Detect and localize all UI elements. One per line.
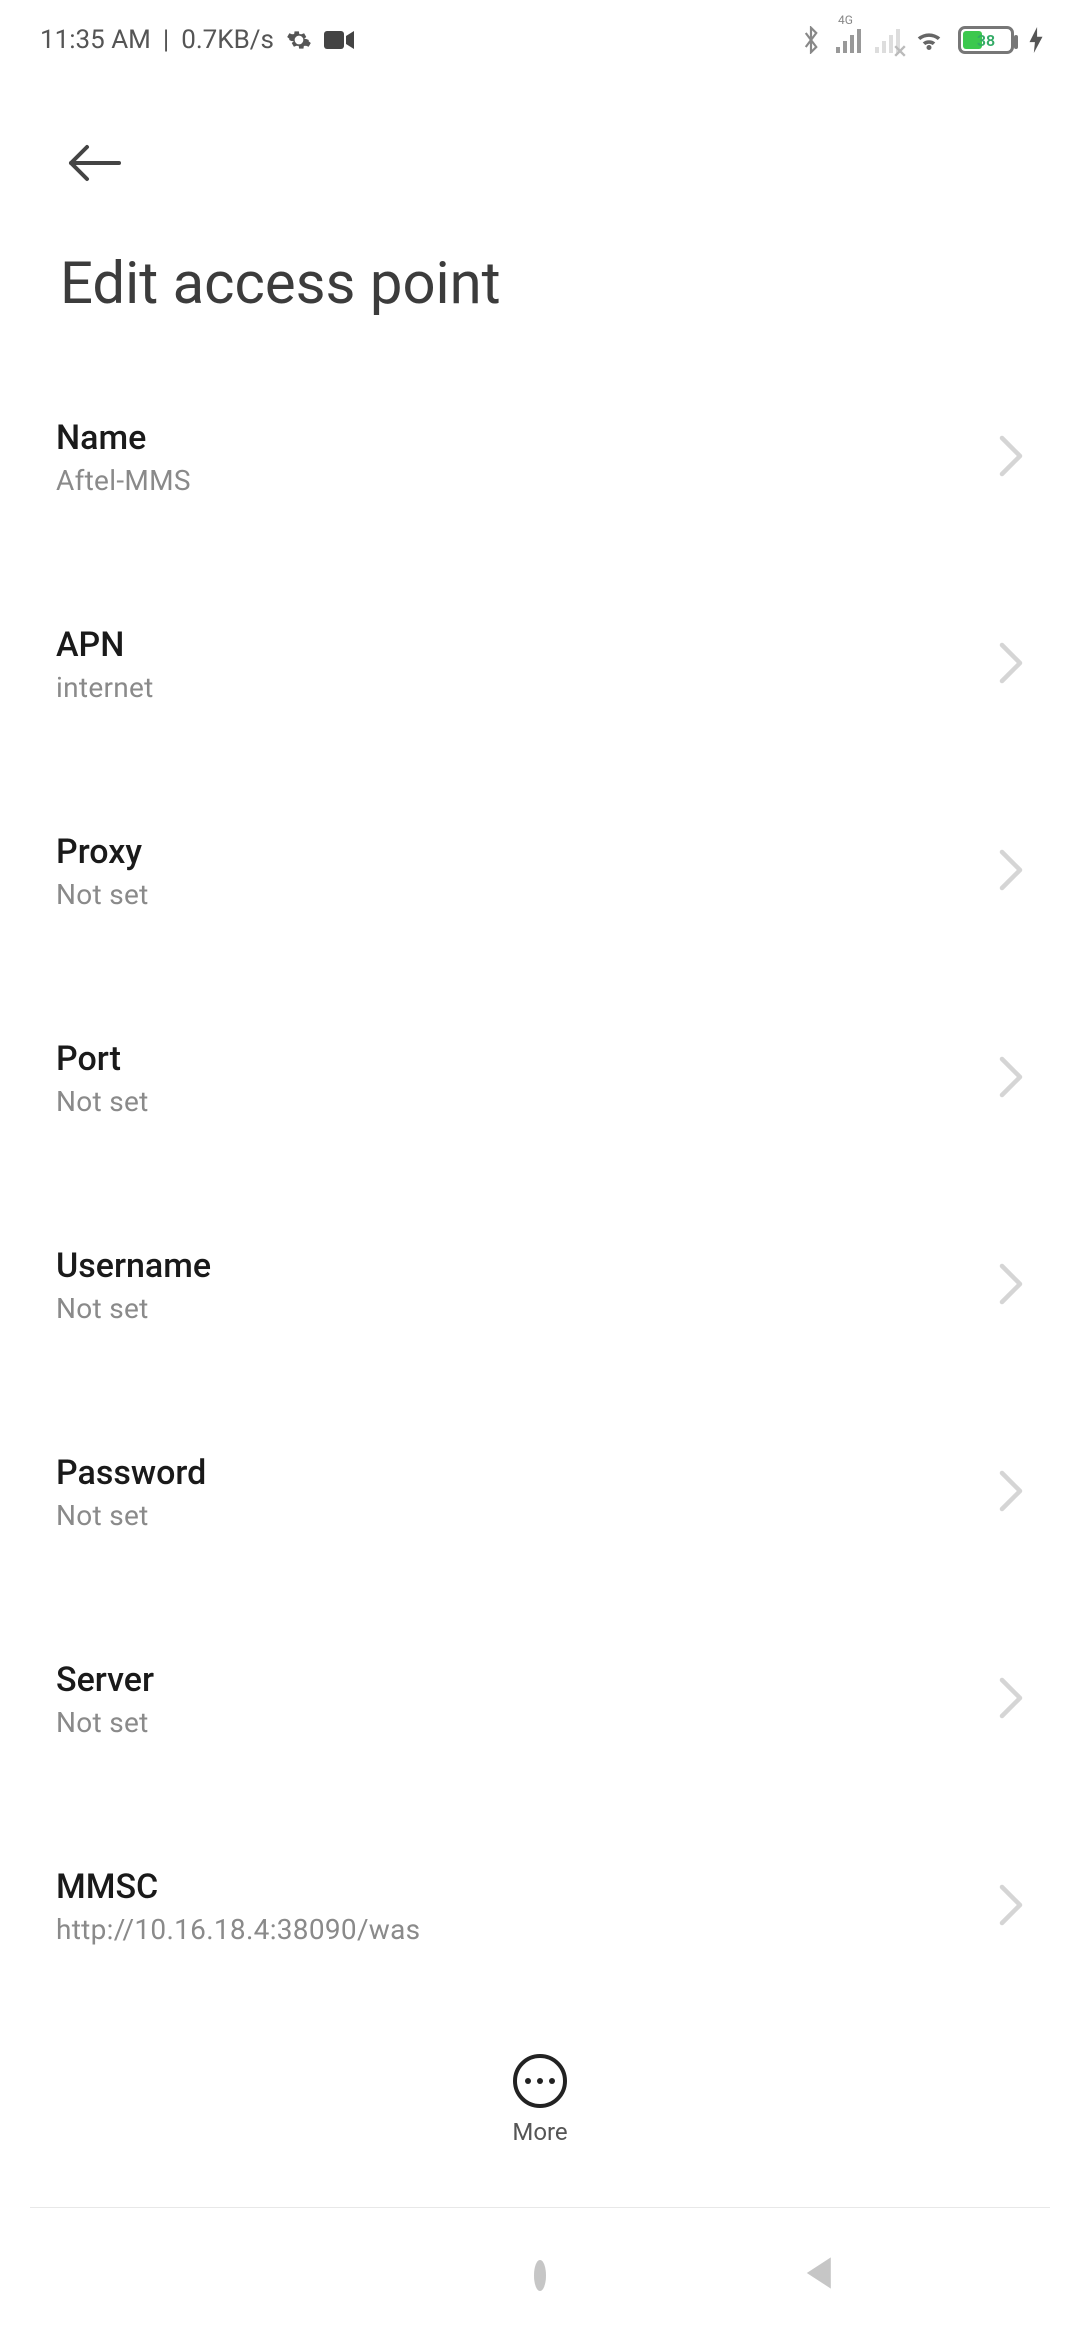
more-label: More xyxy=(512,2118,567,2146)
nav-divider xyxy=(30,2207,1050,2208)
nav-back-button[interactable] xyxy=(790,2245,850,2305)
row-value: Not set xyxy=(56,1292,211,1325)
chevron-right-icon xyxy=(998,1056,1024,1102)
row-label: Username xyxy=(56,1246,211,1286)
settings-list: Name Aftel-MMS APN internet Proxy Not se… xyxy=(0,378,1080,1948)
row-label: Proxy xyxy=(56,832,149,872)
chevron-right-icon xyxy=(998,849,1024,895)
row-username[interactable]: Username Not set xyxy=(56,1206,1024,1365)
battery-percent: 38 xyxy=(961,29,1011,51)
more-button[interactable]: More xyxy=(0,2010,1080,2190)
status-bar: 11:35 AM | 0.7KB/s 4G 38 xyxy=(0,0,1080,80)
signal-sim1-icon: 4G xyxy=(836,27,861,53)
charging-bolt-icon xyxy=(1028,27,1044,53)
more-dots-icon xyxy=(513,2054,567,2108)
chevron-right-icon xyxy=(998,642,1024,688)
status-right: 4G 38 xyxy=(800,25,1044,55)
nav-home-button[interactable] xyxy=(510,2245,570,2305)
battery-icon: 38 xyxy=(958,26,1014,54)
row-value: Aftel-MMS xyxy=(56,464,191,497)
status-time: 11:35 AM xyxy=(40,25,151,55)
chevron-right-icon xyxy=(998,1470,1024,1516)
row-proxy[interactable]: Proxy Not set xyxy=(56,792,1024,951)
row-port[interactable]: Port Not set xyxy=(56,999,1024,1158)
settings-gear-icon xyxy=(286,27,312,53)
row-value: http://10.16.18.4:38090/was xyxy=(56,1913,420,1946)
circle-icon xyxy=(534,2266,546,2285)
status-left: 11:35 AM | 0.7KB/s xyxy=(40,25,354,55)
chevron-right-icon xyxy=(998,1677,1024,1723)
row-server[interactable]: Server Not set xyxy=(56,1620,1024,1779)
signal-sim2-icon xyxy=(875,27,900,53)
status-separator: | xyxy=(163,25,169,55)
chevron-right-icon xyxy=(998,1884,1024,1930)
row-name[interactable]: Name Aftel-MMS xyxy=(56,378,1024,537)
row-apn[interactable]: APN internet xyxy=(56,585,1024,744)
arrow-left-icon xyxy=(67,143,123,187)
camera-icon xyxy=(324,29,354,51)
row-label: Name xyxy=(56,418,191,458)
row-mmsc[interactable]: MMSC http://10.16.18.4:38090/was xyxy=(56,1827,1024,1948)
row-label: MMSC xyxy=(56,1867,420,1907)
row-password[interactable]: Password Not set xyxy=(56,1413,1024,1572)
nav-bar xyxy=(0,2210,1080,2340)
row-value: Not set xyxy=(56,1706,154,1739)
back-button[interactable] xyxy=(60,130,130,200)
row-value: internet xyxy=(56,671,154,704)
bluetooth-icon xyxy=(800,26,822,54)
row-value: Not set xyxy=(56,1085,149,1118)
row-label: Port xyxy=(56,1039,149,1079)
chevron-right-icon xyxy=(998,1263,1024,1309)
status-speed: 0.7KB/s xyxy=(181,25,274,55)
wifi-icon xyxy=(914,25,944,55)
nav-recents-button[interactable] xyxy=(230,2245,290,2305)
row-label: Password xyxy=(56,1453,206,1493)
row-value: Not set xyxy=(56,1499,206,1532)
row-value: Not set xyxy=(56,878,149,911)
row-label: Server xyxy=(56,1660,154,1700)
triangle-left-icon xyxy=(802,2255,838,2295)
chevron-right-icon xyxy=(998,435,1024,481)
row-label: APN xyxy=(56,625,154,665)
network-type-label: 4G xyxy=(838,13,853,27)
page-title: Edit access point xyxy=(0,200,1080,348)
